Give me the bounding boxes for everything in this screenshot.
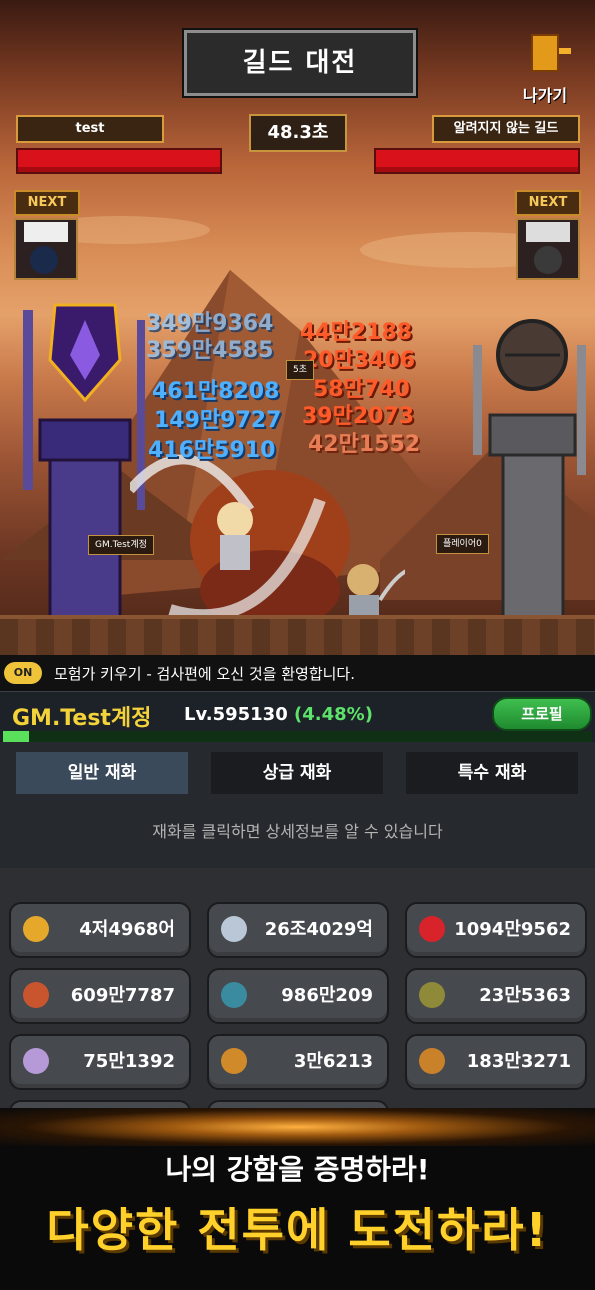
hero-swordsman [217, 502, 253, 570]
banner-glow [0, 1108, 595, 1146]
level-percent: (4.48%) [294, 704, 373, 725]
chat-bar[interactable]: ON 모험가 키우기 - 검사편에 오신 것을 환영합니다. [0, 655, 595, 691]
currency-grid: 4저4968어 26조4029억 1094만9562 609만7787 986만209 2… [0, 868, 595, 1156]
damage-number: 359만4585 [146, 338, 274, 363]
exit-label: 나가기 [522, 86, 568, 105]
exit-button[interactable]: 나가기 [516, 34, 574, 106]
right-guild-name: 알려지지 않는 길드 [432, 115, 580, 143]
armor-icon [419, 1048, 445, 1074]
right-next-portrait [516, 218, 580, 280]
combo-tag: 5초 [286, 360, 315, 380]
currency-item[interactable]: 183만3271 [405, 1034, 587, 1090]
left-hp-bar [16, 148, 222, 174]
currency-value: 4저4968어 [79, 919, 175, 940]
damage-number: 149만9727 [154, 408, 282, 433]
gold-coin-icon [23, 916, 49, 942]
right-hp-bar [374, 148, 580, 174]
left-next-label: NEXT [14, 190, 80, 216]
battle-title: 길드 대전 [184, 30, 416, 96]
player-level: Lv.595130 (4.48%) [184, 704, 373, 725]
skull-coin-icon [221, 916, 247, 942]
tab-advanced-currency[interactable]: 상급 재화 [211, 752, 383, 794]
currency-value: 23만5363 [479, 985, 571, 1006]
right-player-tag: 플레이어0 [436, 534, 489, 554]
currency-value: 75만1392 [83, 1051, 175, 1072]
currency-item[interactable]: 75만1392 [9, 1034, 191, 1090]
trophy-icon [221, 1048, 247, 1074]
ruby-icon [419, 916, 445, 942]
left-next-portrait [14, 218, 78, 280]
player-name: GM.Test계정 [12, 706, 152, 731]
tab-special-currency[interactable]: 특수 재화 [406, 752, 578, 794]
banner-line1: 나의 강함을 증명하라! [165, 1153, 430, 1186]
chat-message: 모험가 키우기 - 검사편에 오신 것을 환영합니다. [54, 664, 355, 683]
currency-item[interactable]: 986만209 [207, 968, 389, 1024]
right-next-label: NEXT [515, 190, 581, 216]
red-crystal-icon [23, 982, 49, 1008]
currency-item[interactable]: 609만7787 [9, 968, 191, 1024]
battle-timer: 48.3초 [249, 114, 347, 152]
profile-button[interactable]: 프로필 [492, 697, 592, 731]
left-player-tag: GM.Test계정 [88, 535, 154, 555]
xp-bar [3, 731, 592, 742]
purple-crystal-icon [23, 1048, 49, 1074]
currency-value: 183만3271 [466, 1051, 571, 1072]
damage-number: 461만8208 [152, 379, 280, 404]
currency-value: 1094만9562 [454, 919, 571, 940]
currency-value: 986만209 [281, 985, 373, 1006]
damage-number: 42만1552 [308, 432, 421, 457]
banner-line2: 다양한 전투에 도전하라! [46, 1203, 549, 1257]
ore-pile-icon [419, 982, 445, 1008]
chat-toggle[interactable]: ON [4, 662, 42, 684]
currency-item[interactable]: 1094만9562 [405, 902, 587, 958]
xp-bar-fill [3, 731, 30, 742]
currency-item[interactable]: 4저4968어 [9, 902, 191, 958]
left-guild-name: test [16, 115, 164, 143]
ground [0, 615, 595, 655]
currency-value: 609만7787 [70, 985, 175, 1006]
tab-normal-currency[interactable]: 일반 재화 [16, 752, 188, 794]
currency-value: 26조4029억 [264, 919, 373, 940]
currency-value: 3만6213 [293, 1051, 373, 1072]
currency-item[interactable]: 26조4029억 [207, 902, 389, 958]
blue-ore-icon [221, 982, 247, 1008]
currency-item[interactable]: 23만5363 [405, 968, 587, 1024]
battle-scene: 길드 대전 나가기 test 48.3초 알려지지 않는 길드 NEXT NEX… [0, 0, 595, 655]
currency-tabs: 일반 재화 상급 재화 특수 재화 재화를 클릭하면 상세정보를 알 수 있습니… [0, 742, 595, 868]
right-tower [465, 315, 595, 627]
promo-banner: 나의 강함을 증명하라! 다양한 전투에 도전하라! [0, 1108, 595, 1290]
damage-number: 416만5910 [148, 438, 276, 463]
exit-door-icon [531, 34, 571, 72]
tab-hint: 재화를 클릭하면 상세정보를 알 수 있습니다 [152, 822, 443, 841]
currency-item[interactable]: 3만6213 [207, 1034, 389, 1090]
damage-number: 20만3406 [303, 348, 416, 373]
level-value: Lv.595130 [184, 704, 288, 725]
